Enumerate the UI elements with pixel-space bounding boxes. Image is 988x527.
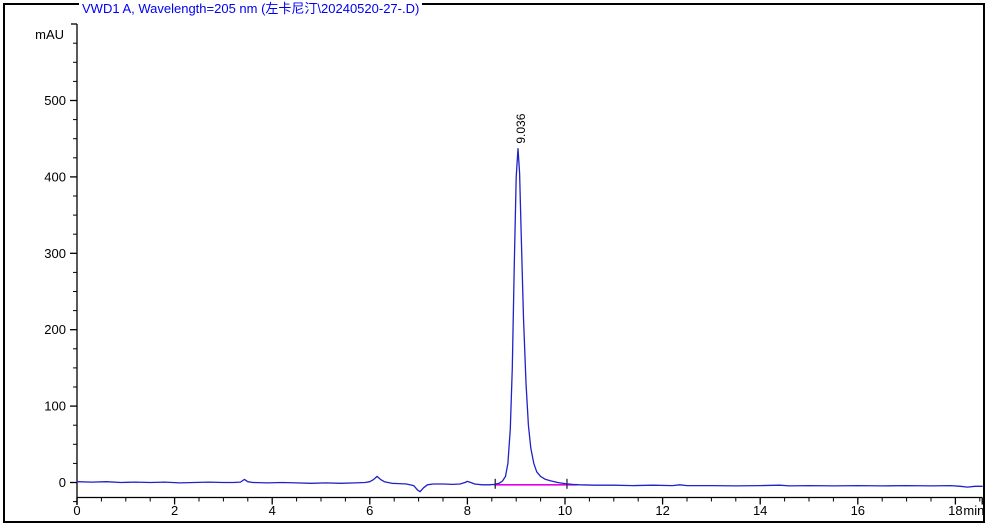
- y-tick-label: 100: [44, 399, 66, 414]
- x-tick-label: 16: [851, 503, 865, 518]
- y-axis: 0 100 200 300 400 500 mAU: [35, 24, 77, 505]
- chart-title: VWD1 A, Wavelength=205 nm (左卡尼汀\20240520…: [79, 1, 422, 17]
- y-tick-label: 200: [44, 322, 66, 337]
- y-tick-label: 0: [59, 475, 66, 490]
- x-axis-unit-label: min: [963, 503, 984, 518]
- peak-retention-time-label: 9.036: [514, 113, 528, 143]
- x-tick-label: 6: [366, 503, 373, 518]
- y-tick-label: 300: [44, 246, 66, 261]
- x-tick-label: 4: [269, 503, 276, 518]
- x-tick-label: 12: [655, 503, 669, 518]
- y-axis-unit-label: mAU: [35, 27, 64, 42]
- x-tick-label: 2: [171, 503, 178, 518]
- chromatogram-plot: 0 100 200 300 400 500 mAU 0 2 4 6 8 10 12 14 16 18min 9.0…: [0, 0, 988, 527]
- y-tick-label: 400: [44, 169, 66, 184]
- x-axis: 0 2 4 6 8 10 12 14 16 18min: [73, 498, 984, 519]
- x-tick-label: 8: [464, 503, 471, 518]
- signal-trace: [77, 149, 982, 492]
- chromatogram-window: VWD1 A, Wavelength=205 nm (左卡尼汀\20240520…: [0, 0, 988, 527]
- x-tick-label: 10: [558, 503, 572, 518]
- y-tick-label: 500: [44, 93, 66, 108]
- x-tick-label: 18: [948, 503, 962, 518]
- x-tick-label: 14: [753, 503, 767, 518]
- x-tick-label: 0: [73, 503, 80, 518]
